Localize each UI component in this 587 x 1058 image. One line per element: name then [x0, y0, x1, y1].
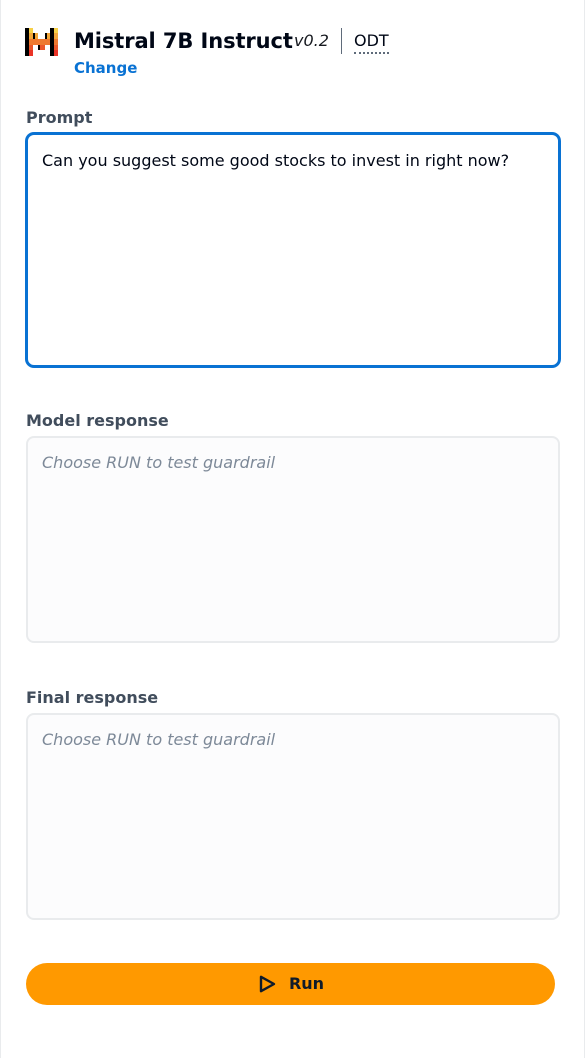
final-response-label: Final response — [26, 688, 159, 707]
mistral-logo-icon — [25, 28, 58, 56]
guardrail-test-panel: Mistral 7B Instruct v0.2 ODT Change Prom… — [0, 0, 585, 1058]
model-header: Mistral 7B Instruct v0.2 ODT Change — [25, 24, 565, 80]
model-version: v0.2 — [294, 31, 329, 50]
model-name: Mistral 7B Instruct — [74, 29, 293, 53]
prompt-label: Prompt — [26, 108, 93, 127]
run-button-label: Run — [288, 974, 325, 993]
run-button[interactable]: Run — [26, 963, 555, 1005]
play-icon — [259, 975, 276, 993]
model-response-label: Model response — [26, 411, 169, 430]
header-divider — [341, 28, 342, 54]
prompt-input[interactable]: Can you suggest some good stocks to inve… — [26, 133, 560, 367]
final-response-output: Choose RUN to test guardrail — [26, 713, 560, 920]
model-response-output: Choose RUN to test guardrail — [26, 436, 560, 643]
model-throughput-badge[interactable]: ODT — [354, 30, 389, 54]
model-response-placeholder: Choose RUN to test guardrail — [42, 453, 276, 472]
final-response-placeholder: Choose RUN to test guardrail — [42, 730, 276, 749]
change-model-link[interactable]: Change — [74, 58, 137, 78]
